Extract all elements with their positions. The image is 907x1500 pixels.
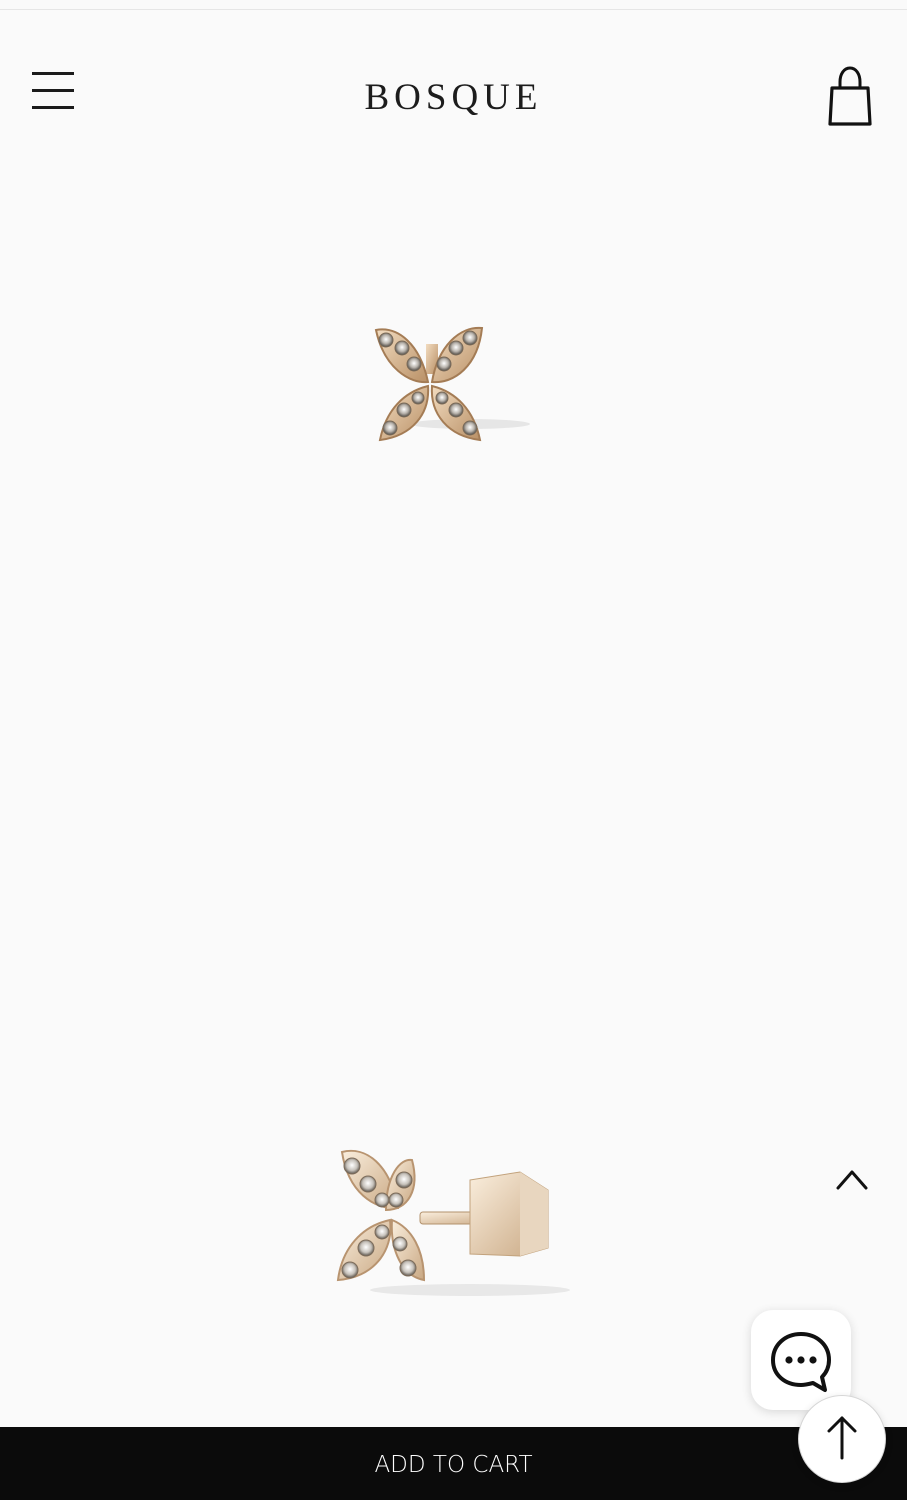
arrow-up-icon [827, 1416, 857, 1460]
product-image-front[interactable] [350, 300, 550, 470]
shopping-bag-icon [828, 66, 872, 126]
product-page: BOSQUE ADD TO CART [0, 0, 907, 1500]
chevron-up-icon [836, 1170, 868, 1190]
add-to-cart-button[interactable]: ADD TO CART [0, 1427, 907, 1500]
product-image-side[interactable] [320, 1130, 600, 1330]
back-to-top-button[interactable] [798, 1395, 886, 1483]
brand-logo[interactable]: BOSQUE [0, 76, 907, 119]
scroll-up-button[interactable] [830, 1160, 874, 1196]
cart-button[interactable] [822, 66, 878, 130]
site-header: BOSQUE [0, 10, 907, 160]
butterfly-earring-front-image [374, 326, 530, 442]
butterfly-earring-side-image [336, 1149, 570, 1296]
